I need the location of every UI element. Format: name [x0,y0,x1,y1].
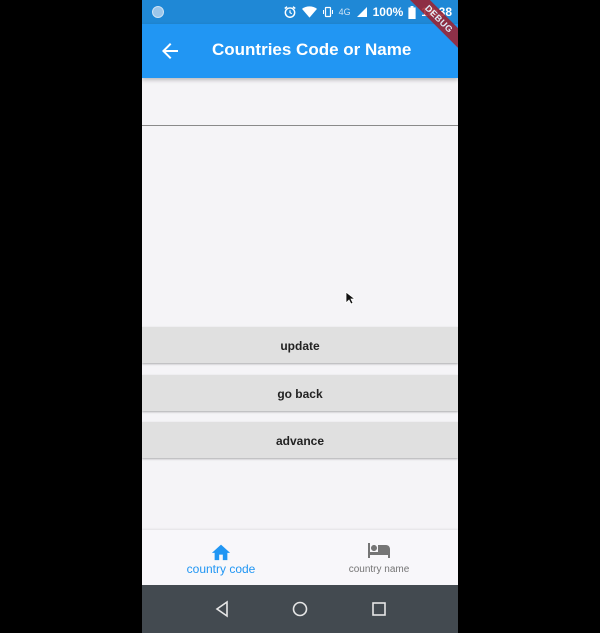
square-recents-icon[interactable] [369,599,389,619]
phone-screen: 4G 100% 18:38 Countries Code or Name DEB… [142,0,458,633]
signal-icon [356,7,367,17]
page-title: Countries Code or Name [212,40,412,59]
nav-item-label: country code [186,562,256,576]
alarm-icon [283,6,296,18]
wifi-icon [301,6,317,18]
arrow-back-icon [162,43,178,59]
circle-home-icon[interactable] [290,599,310,619]
notification-dot-icon [152,6,164,18]
nav-item-country-code[interactable]: country code [142,530,300,585]
network-type: 4G [338,7,351,17]
nav-item-country-name[interactable]: country name [300,530,458,585]
status-bar: 4G 100% 18:38 [142,0,458,24]
triangle-back-icon[interactable] [212,599,232,619]
battery-icon [408,5,416,19]
bottom-navigation: country code country name [142,530,458,585]
go-back-button[interactable]: go back [142,375,458,411]
home-icon [211,544,231,561]
battery-level: 100% [372,5,404,19]
mouse-cursor-icon [345,291,355,305]
app-bar: Countries Code or Name [142,24,458,78]
hotel-bed-icon [368,543,390,558]
update-button[interactable]: update [142,327,458,363]
system-navigation-bar [142,585,458,633]
nav-item-label: country name [348,564,410,575]
advance-button[interactable]: advance [142,422,458,458]
search-input[interactable] [142,78,458,126]
vibrate-icon [322,6,333,18]
back-button[interactable] [158,39,182,63]
